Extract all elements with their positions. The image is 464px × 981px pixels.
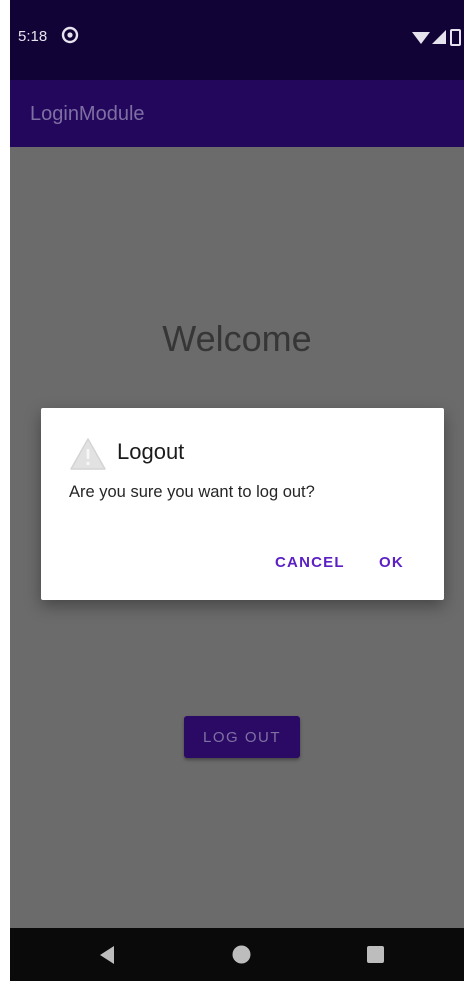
cancel-button[interactable]: CANCEL	[275, 554, 345, 571]
logout-dialog: Logout Are you sure you want to log out?…	[41, 408, 444, 600]
recents-icon[interactable]	[367, 946, 384, 963]
app-title: LoginModule	[30, 103, 145, 125]
battery-icon	[450, 29, 461, 46]
system-navigation-bar	[10, 928, 464, 981]
app-screen: 5:18 LoginModule Welcome LOG OUT Logout	[10, 0, 464, 981]
status-time: 5:18	[18, 28, 48, 45]
dialog-actions: CANCEL OK	[41, 554, 444, 578]
warning-icon	[70, 438, 106, 470]
app-bar: LoginModule	[10, 80, 464, 147]
dialog-message: Are you sure you want to log out?	[69, 483, 315, 501]
logout-button[interactable]: LOG OUT	[184, 716, 300, 758]
welcome-heading: Welcome	[162, 318, 312, 359]
home-icon[interactable]	[232, 945, 251, 964]
dialog-title: Logout	[117, 439, 185, 464]
status-icons	[412, 29, 461, 46]
status-bar: 5:18	[10, 0, 464, 80]
back-icon[interactable]	[98, 945, 116, 965]
wifi-icon	[412, 32, 430, 44]
signal-icon	[432, 30, 446, 44]
ok-button[interactable]: OK	[379, 554, 404, 571]
app-notification-icon	[61, 26, 79, 44]
